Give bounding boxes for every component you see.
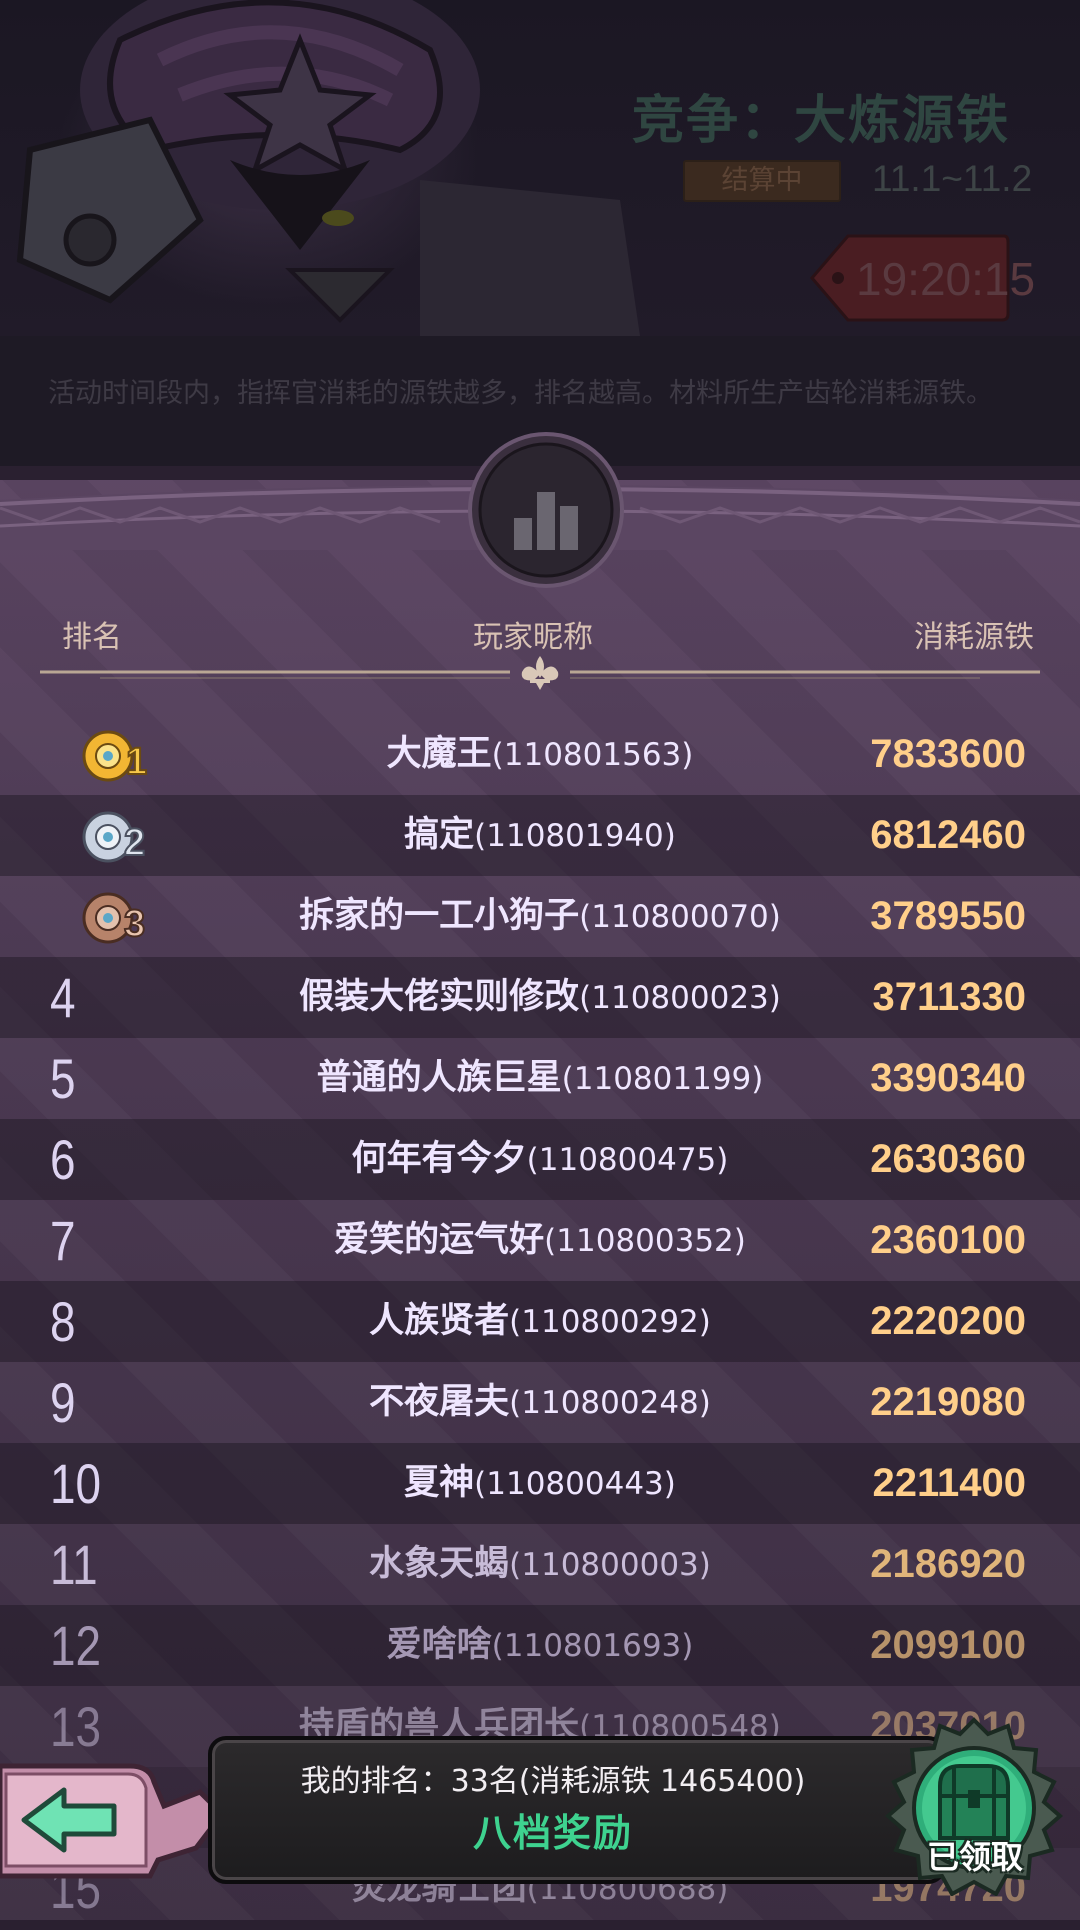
reward-tier-label: 八档奖励: [472, 1811, 633, 1855]
rank-number: 5: [50, 1047, 76, 1110]
rank-number: 6: [50, 1128, 76, 1191]
score-value: 2360100: [870, 1218, 1026, 1262]
player-id: (110800003): [509, 1547, 711, 1583]
table-row[interactable]: 4 假装大佬实则修改(110800023) 3711330: [0, 957, 1080, 1038]
event-banner: 竞争：大炼源铁 结算中 11.1~11.2 19:20:15: [0, 0, 1080, 336]
svg-text:1: 1: [126, 741, 147, 783]
player-name: 不夜屠夫(110800248): [200, 1362, 880, 1443]
countdown-timer: 19:20:15: [856, 253, 1036, 305]
player-name: 假装大佬实则修改(110800023): [200, 957, 880, 1038]
score-value: 2186920: [870, 1542, 1026, 1586]
player-nickname: 拆家的一工小狗子: [299, 896, 580, 936]
player-name: 拆家的一工小狗子(110800070): [200, 876, 880, 957]
column-header-score: 消耗源铁: [914, 620, 1034, 655]
score-value: 2211400: [872, 1461, 1026, 1505]
score-value: 3390340: [870, 1056, 1026, 1100]
column-header-rank: 排名: [62, 620, 122, 655]
player-id: (110801563): [491, 737, 694, 773]
score-value: 2099100: [870, 1623, 1026, 1667]
score-value: 2630360: [870, 1137, 1026, 1181]
bar-chart-icon: [468, 432, 624, 588]
treasure-chest-icon: [938, 1764, 1010, 1840]
player-id: (110800443): [474, 1466, 676, 1502]
table-row[interactable]: 1 大魔王(110801563) 7833600: [0, 714, 1080, 795]
player-name: 何年有今夕(110800475): [200, 1119, 880, 1200]
table-row[interactable]: 6 何年有今夕(110800475) 2630360: [0, 1119, 1080, 1200]
player-id: (110801693): [491, 1628, 694, 1664]
rank-number: 4: [50, 966, 76, 1029]
player-name: 爱笑的运气好(110800352): [200, 1200, 880, 1281]
player-name: 普通的人族巨星(110801199): [200, 1038, 880, 1119]
table-row[interactable]: 8 人族贤者(110800292) 2220200: [0, 1281, 1080, 1362]
score-value: 2219080: [870, 1380, 1026, 1424]
event-description: 活动时间段内，指挥官消耗的源铁越多，排名越高。材料所生产齿轮消耗源铁。: [48, 378, 993, 409]
player-id: (110801940): [474, 818, 676, 854]
player-name: 夏神(110800443): [200, 1443, 880, 1524]
player-nickname: 人族贤者: [369, 1301, 510, 1341]
rank-number: 9: [50, 1371, 76, 1434]
player-nickname: 爱啥啥: [386, 1625, 492, 1665]
rank-number: 7: [50, 1209, 76, 1272]
silver-medal-icon: 2: [82, 811, 146, 865]
player-name: 人族贤者(110800292): [200, 1281, 880, 1362]
bronze-medal-icon: 3: [82, 892, 146, 946]
rank-number: 11: [50, 1533, 98, 1596]
header-divider: [40, 656, 1040, 690]
status-badge: 结算中: [683, 160, 841, 202]
player-nickname: 普通的人族巨星: [316, 1058, 562, 1098]
player-name: 水象天蝎(110800003): [200, 1524, 880, 1605]
player-id: (110800292): [509, 1304, 711, 1340]
player-id: (110800070): [579, 899, 781, 935]
player-nickname: 夏神: [404, 1463, 475, 1503]
character-art: [16, 0, 640, 336]
gold-medal-icon: 1: [82, 730, 148, 784]
player-nickname: 大魔王: [386, 734, 492, 774]
player-nickname: 爱笑的运气好: [334, 1220, 545, 1260]
player-id: (110800248): [509, 1385, 711, 1421]
player-id: (110800023): [579, 980, 781, 1016]
player-nickname: 何年有今夕: [351, 1139, 527, 1179]
svg-text:3: 3: [124, 903, 145, 945]
score-value: 3711330: [872, 975, 1026, 1019]
claimed-label: 已领取: [926, 1838, 1023, 1876]
event-title: 竞争：大炼源铁: [631, 91, 1010, 151]
player-id: (110800352): [544, 1223, 746, 1259]
rank-number: 10: [50, 1452, 102, 1515]
table-row[interactable]: 9 不夜屠夫(110800248) 2219080: [0, 1362, 1080, 1443]
column-header-name: 玩家昵称: [473, 620, 593, 655]
player-nickname: 不夜屠夫: [369, 1382, 510, 1422]
table-row[interactable]: 11 水象天蝎(110800003) 2186920: [0, 1524, 1080, 1605]
event-date-range: 11.1~11.2: [872, 158, 1033, 199]
my-rank-text: 我的排名：33名(消耗源铁 1465400): [300, 1764, 806, 1799]
score-value: 3789550: [870, 894, 1026, 938]
score-value: 6812460: [870, 813, 1026, 857]
fleur-de-lis-icon: [521, 656, 559, 690]
player-id: (110801199): [561, 1061, 764, 1097]
player-nickname: 搞定: [404, 815, 475, 855]
player-nickname: 假装大佬实则修改: [299, 977, 580, 1017]
table-row[interactable]: 5 普通的人族巨星(110801199) 3390340: [0, 1038, 1080, 1119]
table-row[interactable]: 2 搞定(110801940) 6812460: [0, 795, 1080, 876]
rank-number: 8: [50, 1290, 76, 1353]
score-value: 2220200: [870, 1299, 1026, 1343]
player-name: 大魔王(110801563): [200, 714, 880, 795]
table-row[interactable]: 3 拆家的一工小狗子(110800070) 3789550: [0, 876, 1080, 957]
rank-number: 12: [50, 1614, 102, 1677]
table-row[interactable]: 10 夏神(110800443) 2211400: [0, 1443, 1080, 1524]
player-name: 搞定(110801940): [200, 795, 880, 876]
player-id: (110800475): [526, 1142, 729, 1178]
player-name: 爱啥啥(110801693): [200, 1605, 880, 1686]
svg-text:2: 2: [124, 822, 145, 864]
score-value: 7833600: [870, 732, 1026, 776]
player-nickname: 水象天蝎: [369, 1544, 510, 1584]
table-row[interactable]: 12 爱啥啥(110801693) 2099100: [0, 1605, 1080, 1686]
table-row[interactable]: 7 爱笑的运气好(110800352) 2360100: [0, 1200, 1080, 1281]
back-button[interactable]: [0, 1752, 230, 1882]
